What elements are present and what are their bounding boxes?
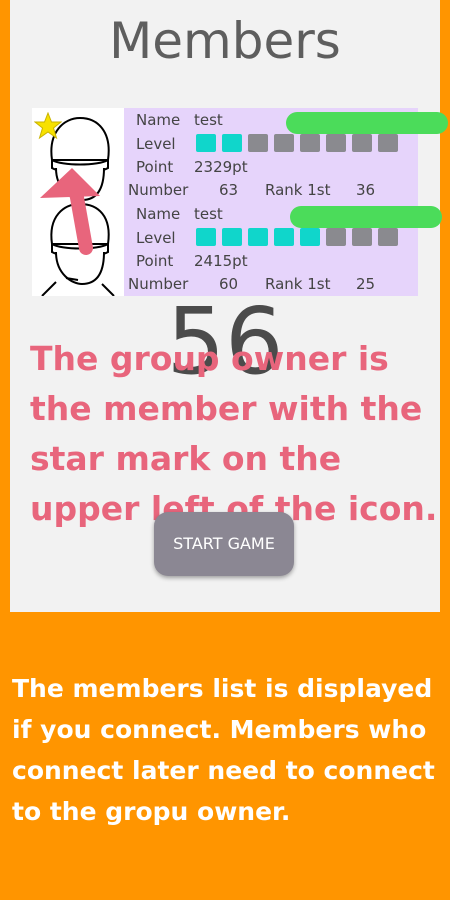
level-cell [248, 134, 268, 152]
level-cell [274, 134, 294, 152]
name-label: Name [136, 111, 181, 129]
pointer-arrow-icon [40, 168, 100, 255]
page-title: Members [109, 12, 341, 70]
level-cell [248, 228, 268, 246]
level-cell [300, 134, 320, 152]
point-label: Point [136, 252, 174, 270]
level-cell [326, 134, 346, 152]
level-cell [222, 228, 242, 246]
level-cell [274, 228, 294, 246]
member-name: test [194, 205, 223, 223]
level-label: Level [136, 135, 176, 153]
start-game-button[interactable]: START GAME [154, 512, 294, 576]
point-label: Point [136, 158, 174, 176]
level-cell [352, 134, 372, 152]
member-info: Name test Level Point 2329pt Number 63 R… [124, 108, 448, 202]
member-point: 2415pt [194, 252, 248, 270]
member-name: test [194, 111, 223, 129]
level-cell [196, 228, 216, 246]
level-cell [326, 228, 346, 246]
tutorial-caption: The members list is displayed if you con… [12, 674, 435, 826]
owner-star-icon [34, 112, 62, 140]
member-point: 2329pt [194, 158, 248, 176]
level-cell [196, 134, 216, 152]
level-cell [352, 228, 372, 246]
name-label: Name [136, 205, 181, 223]
level-cell [378, 228, 398, 246]
member-info: Name test Level Point 2415pt Number 60 R… [124, 202, 442, 296]
member-number: 63 [219, 181, 239, 199]
level-cell [300, 228, 320, 246]
rank-label: Rank 1st [265, 181, 331, 199]
name-bar [290, 206, 442, 228]
level-cell [378, 134, 398, 152]
tutorial-overlay-text: The group owner is the member with the s… [30, 339, 438, 528]
number-label: Number [128, 181, 189, 199]
name-bar [286, 112, 448, 134]
rank-value: 36 [356, 181, 376, 199]
level-label: Level [136, 229, 176, 247]
level-cell [222, 134, 242, 152]
